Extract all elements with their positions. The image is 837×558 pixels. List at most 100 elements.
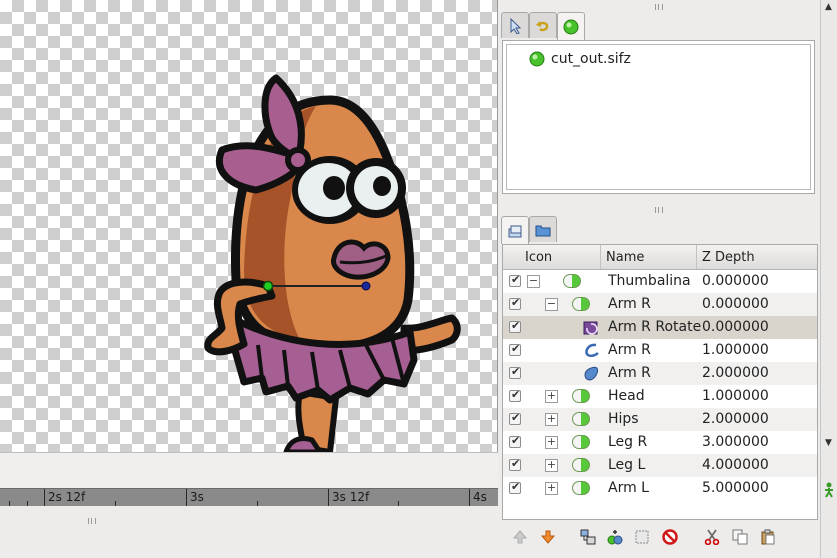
- tab-layers[interactable]: [501, 216, 529, 244]
- group-layer-icon: [572, 435, 590, 449]
- cut-icon: [704, 529, 720, 545]
- layer-row[interactable]: − Arm R 0.000000: [503, 293, 817, 316]
- scroll-down-arrow[interactable]: ▼: [825, 438, 832, 448]
- panel-grip[interactable]: [655, 207, 663, 213]
- expander-toggle[interactable]: +: [545, 482, 558, 495]
- layer-visible-checkbox[interactable]: [509, 388, 521, 402]
- encapsulate-button[interactable]: [577, 526, 599, 548]
- group-layer-icon: [572, 297, 590, 311]
- copy-button[interactable]: [729, 526, 751, 548]
- layer-visible-checkbox[interactable]: [509, 480, 521, 494]
- region-layer-icon: [584, 366, 598, 381]
- layer-zdepth: 4.000000: [702, 457, 769, 473]
- time-tick: 2s 12f: [44, 489, 85, 507]
- layer-visible-checkbox[interactable]: [509, 273, 521, 287]
- scroll-up-arrow[interactable]: ▲: [825, 2, 832, 12]
- layer-name: Arm R: [608, 365, 651, 381]
- col-name[interactable]: Name: [606, 250, 644, 265]
- layer-row[interactable]: Arm R 1.000000: [503, 339, 817, 362]
- timeline-track: [0, 506, 498, 558]
- tab-library[interactable]: [529, 216, 557, 242]
- raise-layer-button[interactable]: [509, 526, 531, 548]
- layer-zdepth: 1.000000: [702, 388, 769, 404]
- file-icon: [529, 51, 545, 67]
- layer-visible-checkbox[interactable]: [509, 411, 521, 425]
- layers-toolbar: [509, 526, 809, 550]
- paste-icon: [761, 529, 775, 545]
- tab-canvas-browser[interactable]: [557, 12, 585, 40]
- file-row[interactable]: cut_out.sifz: [529, 51, 631, 67]
- layer-name: Leg L: [608, 457, 646, 473]
- navigator-tabs: [499, 12, 820, 40]
- layer-name: Head: [608, 388, 645, 404]
- copy-icon: [732, 529, 748, 545]
- dock-scrollbar[interactable]: ▲ ▼: [820, 0, 837, 558]
- expander-toggle[interactable]: +: [545, 390, 558, 403]
- layer-row[interactable]: + Arm L 5.000000: [503, 477, 817, 500]
- layer-row[interactable]: + Leg L 4.000000: [503, 454, 817, 477]
- select-layer-icon: [635, 530, 649, 544]
- group-layer-icon: [572, 481, 590, 495]
- layer-zdepth: 5.000000: [702, 480, 769, 496]
- group-layer-icon: [572, 389, 590, 403]
- layers-panel: Icon Name Z Depth − Thumbalina 0.000000: [499, 216, 820, 520]
- layer-row[interactable]: Arm R 2.000000: [503, 362, 817, 385]
- layer-visible-checkbox[interactable]: [509, 365, 521, 379]
- tab-history[interactable]: [529, 12, 557, 38]
- expander-toggle[interactable]: −: [545, 298, 558, 311]
- col-zdepth[interactable]: Z Depth: [702, 250, 755, 265]
- duplicate-layer-icon: [607, 530, 623, 545]
- params-strip: [0, 452, 498, 488]
- select-layer-button[interactable]: [631, 526, 653, 548]
- layers-icon: [508, 225, 522, 237]
- layer-visible-checkbox[interactable]: [509, 319, 521, 333]
- layer-visible-checkbox[interactable]: [509, 296, 521, 310]
- layer-visible-checkbox[interactable]: [509, 342, 521, 356]
- layer-name: Arm R Rotate: [608, 319, 702, 335]
- layer-zdepth: 3.000000: [702, 434, 769, 450]
- layer-zdepth: 1.000000: [702, 342, 769, 358]
- time-ruler[interactable]: 2s 12f 3s 3s 12f 4s: [0, 488, 498, 507]
- tab-tool-options[interactable]: [501, 12, 529, 38]
- layer-name: Thumbalina: [608, 273, 691, 289]
- col-icon[interactable]: Icon: [525, 250, 552, 265]
- cut-button[interactable]: [701, 526, 723, 548]
- layer-row[interactable]: Arm R Rotate 0.000000: [503, 316, 817, 339]
- outline-layer-icon: [585, 343, 599, 358]
- canvas-browser: cut_out.sifz: [502, 40, 815, 194]
- layer-zdepth: 2.000000: [702, 365, 769, 381]
- duplicate-layer-button[interactable]: [604, 526, 626, 548]
- resize-grip[interactable]: [88, 518, 96, 524]
- expander-toggle[interactable]: +: [545, 459, 558, 472]
- layer-row[interactable]: + Hips 2.000000: [503, 408, 817, 431]
- expander-toggle[interactable]: +: [545, 413, 558, 426]
- lower-layer-button[interactable]: [537, 526, 559, 548]
- right-dock: cut_out.sifz Icon Name Z Depth ✔ − Thumb…: [499, 0, 820, 558]
- layer-name: Arm L: [608, 480, 649, 496]
- layer-zdepth: 0.000000: [702, 319, 769, 335]
- rotate-layer-icon: [583, 321, 598, 335]
- layer-name: Hips: [608, 411, 639, 427]
- layer-row[interactable]: + Leg R 3.000000: [503, 431, 817, 454]
- time-tick: 4s: [469, 489, 487, 507]
- layer-visible-checkbox[interactable]: [509, 457, 521, 471]
- layer-row[interactable]: + Head 1.000000: [503, 385, 817, 408]
- layers-table: Icon Name Z Depth − Thumbalina 0.000000: [502, 244, 818, 520]
- expander-toggle[interactable]: +: [545, 436, 558, 449]
- canvas-area[interactable]: [0, 0, 498, 452]
- panel-grip[interactable]: [655, 4, 663, 10]
- time-tick: 3s 12f: [328, 489, 369, 507]
- time-tick: 3s: [186, 489, 204, 507]
- figure-icon: [825, 482, 833, 498]
- layer-visible-checkbox[interactable]: [509, 434, 521, 448]
- paste-button[interactable]: [757, 526, 779, 548]
- encapsulate-icon: [580, 529, 596, 545]
- arrow-tool-icon: [510, 17, 522, 34]
- raise-layer-icon: [513, 530, 527, 544]
- layer-row[interactable]: − Thumbalina 0.000000: [503, 270, 817, 293]
- canvas-browser-icon: [563, 19, 579, 34]
- expander-toggle[interactable]: −: [527, 275, 540, 288]
- layer-name: Arm R: [608, 296, 651, 312]
- delete-layer-button[interactable]: [659, 526, 681, 548]
- character-illustration: [204, 74, 461, 452]
